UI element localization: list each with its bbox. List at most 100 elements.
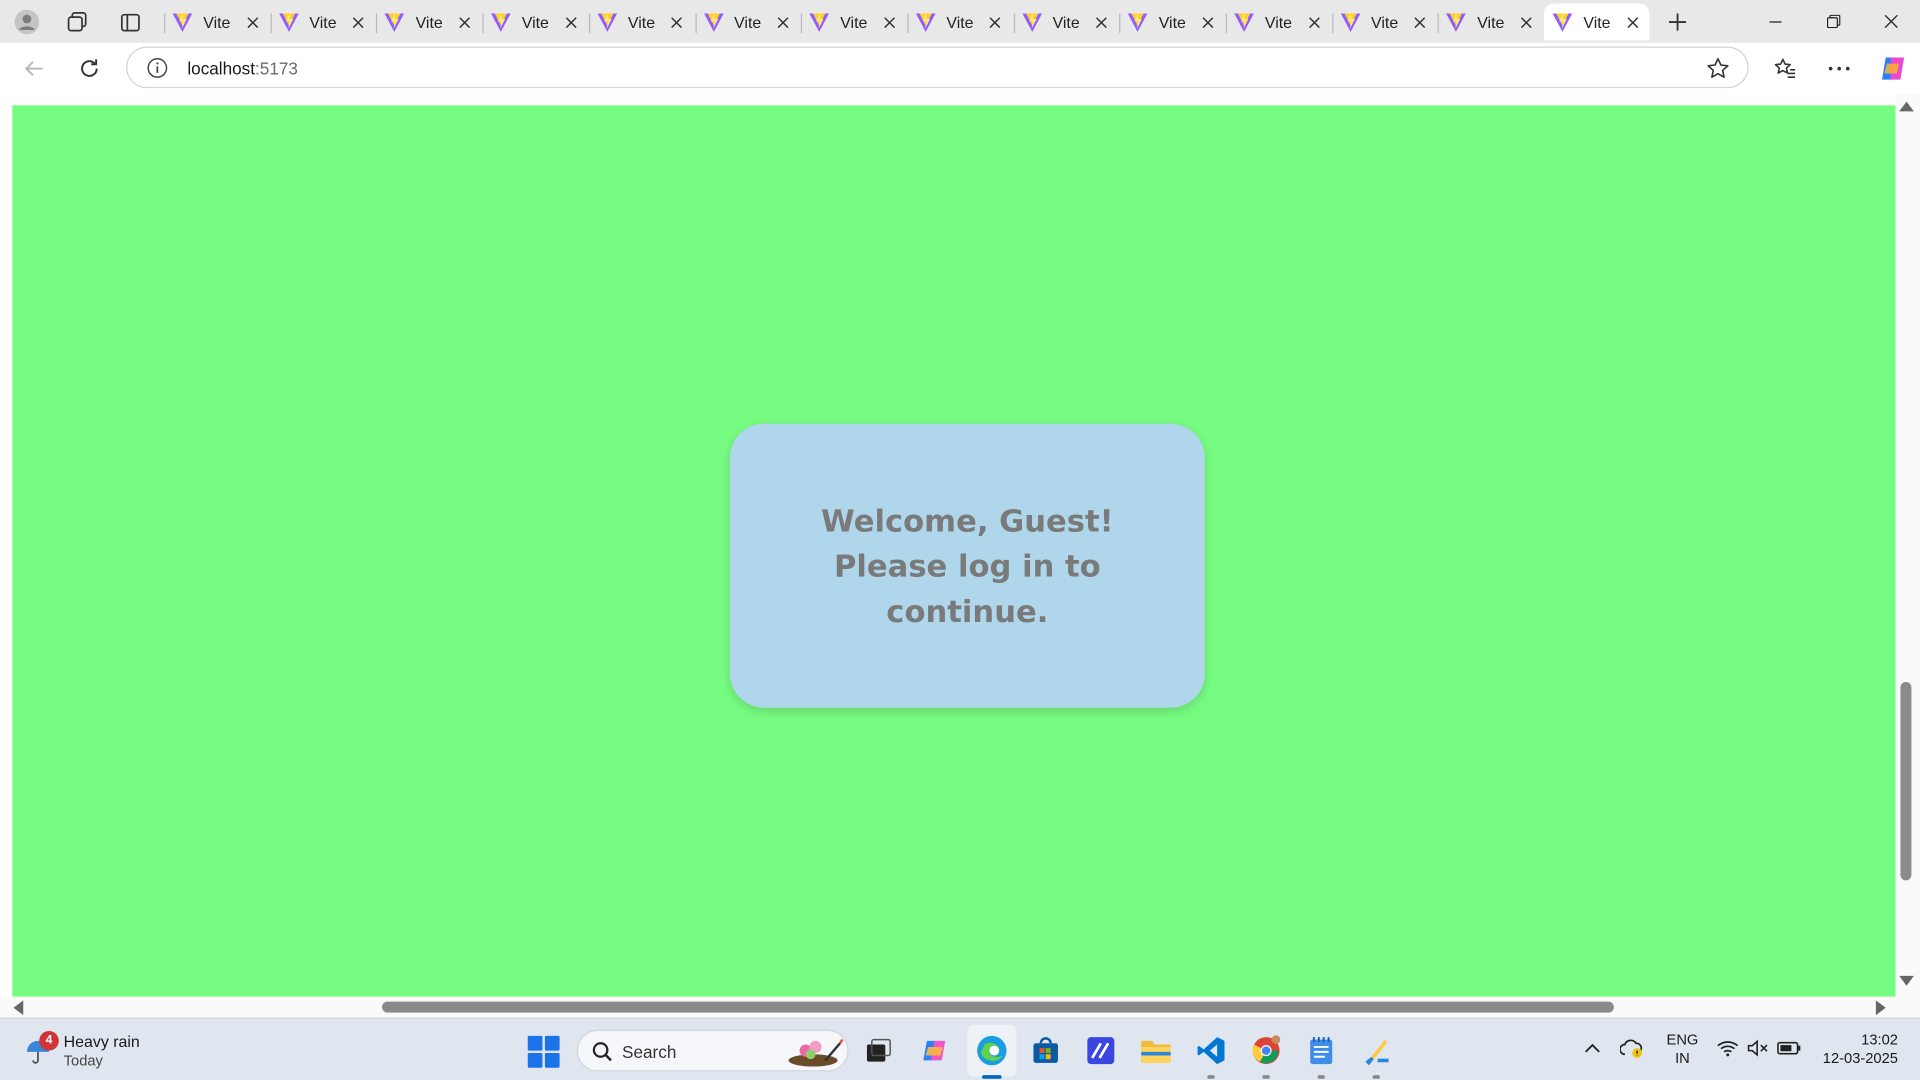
tab-active[interactable]: Vite <box>1544 3 1650 41</box>
taskbar-app-paint[interactable] <box>1359 1033 1393 1079</box>
close-tab-icon[interactable] <box>455 12 475 32</box>
tab[interactable]: Vite <box>694 4 800 41</box>
close-tab-icon[interactable] <box>773 12 793 32</box>
language-indicator[interactable]: ENG IN <box>1664 1031 1701 1068</box>
tab-title: Vite <box>840 12 868 32</box>
close-tab-icon[interactable] <box>242 12 262 32</box>
back-button[interactable] <box>15 49 54 88</box>
tab-separator <box>1438 13 1440 34</box>
address-bar[interactable]: localhost:5173 <box>126 46 1749 89</box>
vite-logo-icon <box>703 12 724 32</box>
tab[interactable]: Vite <box>164 4 269 41</box>
taskbar-app-notepad[interactable] <box>1304 1033 1338 1079</box>
vertical-tabs-button[interactable] <box>110 5 149 39</box>
search-highlight-illustration-icon <box>788 1038 844 1067</box>
taskbar-app-vscode[interactable] <box>1194 1033 1228 1079</box>
running-indicator <box>1372 1075 1381 1079</box>
settings-more-button[interactable] <box>1820 49 1859 88</box>
more-dots-icon <box>1828 66 1850 71</box>
language-code: ENG <box>1666 1031 1699 1049</box>
tab[interactable]: Vite <box>482 4 588 41</box>
battery-button[interactable] <box>1776 1036 1803 1060</box>
folder-icon <box>1141 1040 1171 1063</box>
vite-logo-icon <box>1340 12 1361 32</box>
taskbar-app-task-view[interactable] <box>862 1033 896 1067</box>
network-button[interactable] <box>1714 1036 1741 1060</box>
scroll-right-arrow-icon[interactable] <box>1875 1000 1886 1016</box>
vite-logo-icon <box>491 12 511 32</box>
favorites-icon <box>1774 58 1796 78</box>
tab[interactable]: Vite <box>1331 4 1437 41</box>
site-info-icon[interactable] <box>147 58 168 79</box>
tab[interactable]: Vite <box>801 4 906 41</box>
close-tab-icon[interactable] <box>349 12 369 32</box>
new-tab-button[interactable] <box>1660 5 1694 39</box>
running-indicator <box>1317 1075 1325 1079</box>
taskbar-app-whiteboard[interactable] <box>1084 1033 1118 1067</box>
scroll-down-arrow-icon[interactable] <box>1899 975 1914 986</box>
edge-browser-icon <box>977 1035 1007 1066</box>
url-text[interactable]: localhost:5173 <box>187 59 298 79</box>
close-tab-icon[interactable] <box>561 12 581 32</box>
close-tab-icon[interactable] <box>1623 12 1643 32</box>
weather-widget[interactable]: 4 Heavy rain Today <box>20 1029 167 1073</box>
start-button[interactable] <box>527 1035 560 1068</box>
close-tab-icon[interactable] <box>879 12 899 32</box>
copilot-button[interactable] <box>1873 49 1912 88</box>
minimize-button[interactable] <box>1747 0 1803 43</box>
close-tab-icon[interactable] <box>667 12 687 32</box>
scroll-up-arrow-icon[interactable] <box>1899 101 1914 112</box>
workspaces-button[interactable] <box>58 5 97 39</box>
onedrive-tray-button[interactable] <box>1619 1036 1646 1060</box>
tab-title: Vite <box>521 12 549 32</box>
taskbar-search[interactable]: Search <box>576 1029 849 1072</box>
close-tab-icon[interactable] <box>986 12 1006 32</box>
tab[interactable]: Vite <box>1119 4 1225 41</box>
refresh-button[interactable] <box>70 49 109 88</box>
vite-logo-icon <box>809 12 830 32</box>
taskbar-app-edge[interactable] <box>975 1033 1009 1079</box>
tab[interactable]: Vite <box>270 4 375 41</box>
tab[interactable]: Vite <box>907 4 1012 41</box>
volume-button[interactable] <box>1745 1036 1772 1060</box>
close-tab-icon[interactable] <box>1410 12 1430 32</box>
taskbar-app-store[interactable] <box>1029 1033 1063 1067</box>
taskbar-app-copilot[interactable] <box>918 1033 952 1067</box>
windows-taskbar: 4 Heavy rain Today Search ENG IN 13:02 1… <box>0 1017 1920 1080</box>
paint-brush-icon <box>1365 1039 1389 1066</box>
chrome-icon <box>1252 1035 1281 1065</box>
show-hidden-icons-button[interactable] <box>1580 1036 1604 1060</box>
tab[interactable]: Vite <box>376 4 481 41</box>
task-view-icon <box>866 1038 891 1062</box>
vertical-scrollbar[interactable] <box>1895 94 1920 1018</box>
horizontal-scroll-thumb[interactable] <box>382 1001 1614 1013</box>
tab[interactable]: Vite <box>1013 4 1118 41</box>
vite-logo-icon <box>384 12 405 32</box>
close-tab-icon[interactable] <box>1516 12 1536 32</box>
scroll-left-arrow-icon[interactable] <box>13 1000 24 1016</box>
restore-button[interactable] <box>1805 0 1861 43</box>
welcome-message: Welcome, Guest! Please log in to continu… <box>821 502 1114 629</box>
close-tab-icon[interactable] <box>1304 12 1324 32</box>
tab-separator <box>801 13 803 34</box>
horizontal-scrollbar[interactable] <box>0 996 1896 1018</box>
vite-logo-icon <box>1021 12 1042 32</box>
tab-title: Vite <box>946 12 974 32</box>
close-tab-icon[interactable] <box>1092 12 1112 32</box>
vite-logo-icon <box>172 12 193 32</box>
page-viewport: Welcome, Guest! Please log in to continu… <box>0 94 1920 1018</box>
close-window-button[interactable] <box>1862 0 1918 43</box>
tab[interactable]: Vite <box>1225 4 1331 41</box>
favorites-button[interactable] <box>1766 49 1805 88</box>
vertical-scroll-thumb[interactable] <box>1900 682 1912 881</box>
tab[interactable]: Vite <box>588 4 694 41</box>
tab[interactable]: Vite <box>1438 4 1543 41</box>
vite-logo-icon <box>597 12 617 32</box>
url-port: :5173 <box>255 58 298 79</box>
profile-button[interactable] <box>7 5 46 39</box>
taskbar-app-file-explorer[interactable] <box>1139 1033 1173 1067</box>
taskbar-app-chrome[interactable] <box>1249 1033 1283 1079</box>
close-tab-icon[interactable] <box>1198 12 1218 32</box>
favorite-star-icon[interactable] <box>1706 56 1730 80</box>
system-clock[interactable]: 13:02 12-03-2025 <box>1807 1031 1898 1068</box>
